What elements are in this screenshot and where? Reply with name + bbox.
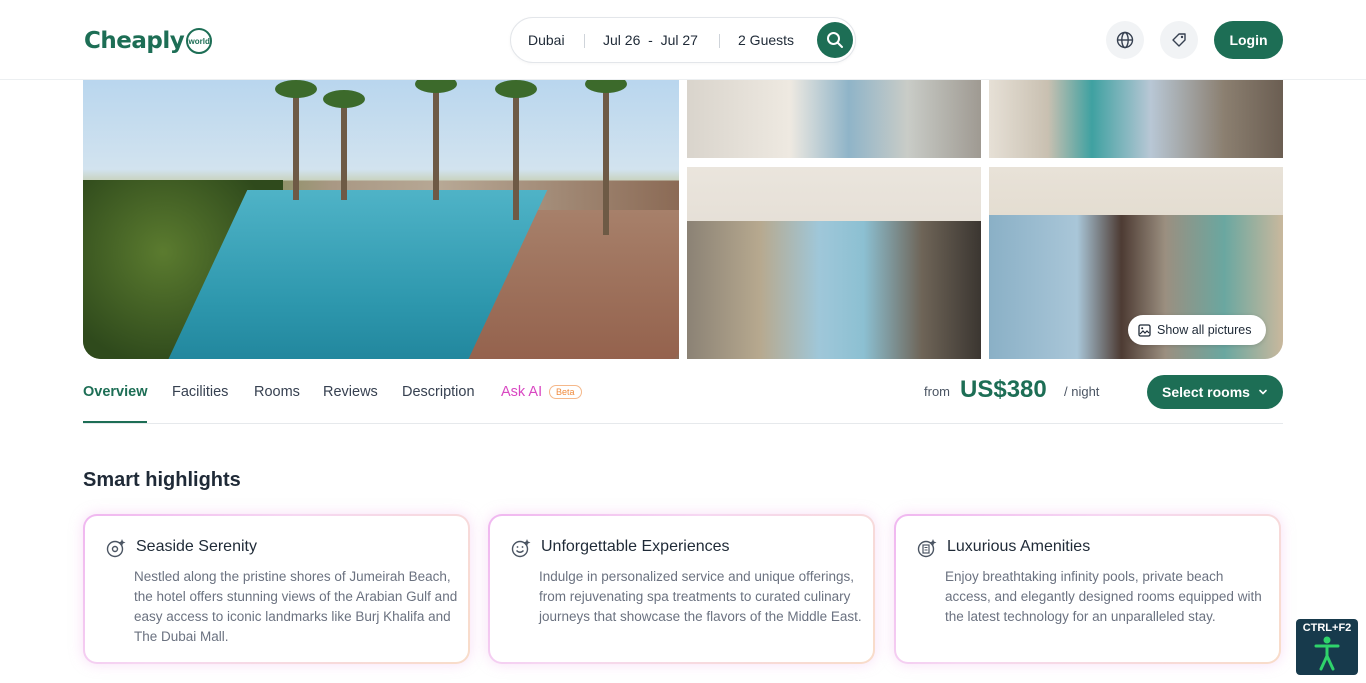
palm-tree	[495, 80, 537, 220]
image-icon	[1138, 323, 1151, 337]
price-value: US$380	[960, 376, 1047, 403]
highlight-card-title: Unforgettable Experiences	[541, 538, 730, 555]
select-rooms-label: Select rooms	[1162, 384, 1250, 400]
tab-rooms[interactable]: Rooms	[254, 384, 300, 400]
search-divider	[584, 34, 585, 48]
tag-icon	[1172, 33, 1186, 47]
accessibility-shortcut-label: CTRL+F2	[1302, 622, 1352, 634]
beta-badge: Beta	[549, 385, 582, 399]
tab-ask-ai[interactable]: Ask AI	[501, 384, 542, 400]
smart-highlights-title: Smart highlights	[83, 469, 241, 491]
show-all-label: Show all pictures	[1157, 323, 1252, 337]
logo-sub-text: world	[188, 36, 210, 46]
top-header: Cheaply world Dubai Jul 26 - Jul 27 2 Gu…	[0, 0, 1366, 80]
gallery-photo-living-room[interactable]	[687, 167, 981, 359]
gallery-photo-suite-city-view[interactable]	[989, 80, 1283, 158]
search-city[interactable]: Dubai	[528, 32, 565, 48]
palm-tree	[323, 90, 365, 200]
show-all-pictures-button[interactable]: Show all pictures	[1128, 315, 1266, 345]
tab-overview[interactable]: Overview	[83, 384, 148, 400]
search-guests[interactable]: 2 Guests	[738, 32, 794, 48]
palm-tree	[415, 80, 457, 200]
logo-globe-icon: world	[186, 28, 213, 54]
search-button[interactable]	[817, 22, 853, 58]
highlight-card-title: Luxurious Amenities	[947, 538, 1091, 555]
login-button[interactable]: Login	[1214, 21, 1283, 59]
highlight-card: Luxurious Amenities Enjoy breathtaking i…	[894, 514, 1281, 664]
building-sparkle-icon	[917, 539, 937, 558]
search-divider	[719, 34, 720, 48]
gallery-main-photo[interactable]	[83, 80, 679, 359]
highlight-card-text: Indulge in personalized service and uniq…	[539, 569, 862, 624]
language-button[interactable]	[1106, 21, 1144, 59]
highlight-card-text: Enjoy breathtaking infinity pools, priva…	[945, 569, 1262, 624]
section-tabs: Overview Facilities Rooms Reviews Descri…	[83, 370, 1283, 424]
gallery-photo-bedroom[interactable]	[687, 80, 981, 158]
highlight-card-title: Seaside Serenity	[136, 538, 257, 555]
palm-tree	[585, 80, 627, 235]
palm-tree	[275, 80, 317, 200]
chevron-down-icon	[1259, 389, 1267, 395]
tab-description[interactable]: Description	[402, 384, 475, 400]
search-dates[interactable]: Jul 26 - Jul 27	[603, 32, 698, 48]
globe-icon	[1116, 31, 1134, 49]
tab-facilities[interactable]: Facilities	[172, 384, 228, 400]
location-sparkle-icon	[106, 539, 126, 558]
select-rooms-button[interactable]: Select rooms	[1147, 375, 1283, 409]
highlight-card: Seaside Serenity Nestled along the prist…	[83, 514, 470, 664]
smile-sparkle-icon	[511, 539, 531, 558]
price-from-label: from	[924, 384, 950, 399]
search-bar[interactable]: Dubai Jul 26 - Jul 27 2 Guests	[510, 17, 856, 63]
highlight-card-text: Nestled along the pristine shores of Jum…	[134, 569, 458, 644]
logo-text: Cheaply	[84, 28, 185, 54]
photo-gallery: Show all pictures	[83, 80, 1283, 359]
price-per-night-label: / night	[1064, 384, 1100, 399]
highlight-card: Unforgettable Experiences Indulge in per…	[488, 514, 875, 664]
search-icon	[827, 32, 843, 48]
site-logo[interactable]: Cheaply world	[84, 24, 213, 58]
active-tab-indicator	[83, 421, 147, 423]
currency-button[interactable]	[1160, 21, 1198, 59]
tab-reviews[interactable]: Reviews	[323, 384, 378, 400]
accessibility-widget[interactable]: CTRL+F2	[1296, 619, 1358, 675]
accessibility-person-icon	[1314, 636, 1340, 671]
